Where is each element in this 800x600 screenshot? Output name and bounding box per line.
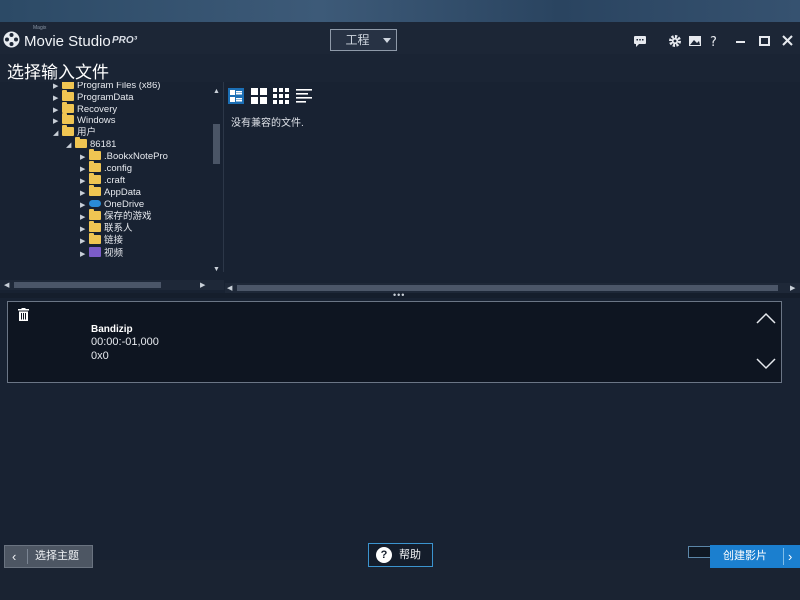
chat-icon[interactable] xyxy=(633,34,647,48)
tree-item[interactable]: ▶ 链接 xyxy=(80,233,124,247)
page-title: 选择输入文件 xyxy=(7,63,109,82)
tree-item[interactable]: ▶ 视频 xyxy=(80,247,123,259)
tree-item-label: .craft xyxy=(104,175,126,186)
tree-item-label: 86181 xyxy=(90,139,117,150)
folder-icon xyxy=(89,185,101,196)
scroll-down-arrow-icon[interactable]: ▼ xyxy=(213,266,220,273)
tree-item[interactable]: ▶ .config xyxy=(80,161,132,175)
chevron-right-icon: › xyxy=(788,549,793,564)
tree-item[interactable]: ▶ 联系人 xyxy=(80,221,133,235)
scroll-left-arrow-icon[interactable]: ◀ xyxy=(227,284,232,292)
scroll-up-arrow-icon[interactable]: ▲ xyxy=(213,88,220,95)
tree-item-label: AppData xyxy=(104,187,141,198)
svg-text:?: ? xyxy=(710,35,717,48)
view-horizontal-scrollbar[interactable]: ◀ ▶ xyxy=(225,283,800,293)
app-edition: PRO³ xyxy=(112,35,137,46)
pane-splitter[interactable]: ••• xyxy=(0,290,800,300)
app-name: Movie Studio xyxy=(24,33,111,50)
minimize-icon[interactable] xyxy=(734,34,748,48)
scrollbar-thumb[interactable] xyxy=(213,124,220,164)
media-dimensions: 0x0 xyxy=(91,350,109,362)
media-name: Bandizip xyxy=(91,324,133,335)
scrollbar-thumb[interactable] xyxy=(14,282,161,288)
folder-icon xyxy=(62,82,74,89)
back-button-label: 选择主题 xyxy=(35,550,79,562)
collapse-arrow-icon: ◢ xyxy=(66,142,72,149)
folder-icon xyxy=(89,161,101,172)
folder-icon xyxy=(75,137,87,148)
collapse-arrow-icon: ◢ xyxy=(53,130,59,137)
tree-item-label: 保存的游戏 xyxy=(104,211,152,222)
tree-item-label: 联系人 xyxy=(104,223,133,234)
create-button-label: 创建影片 xyxy=(723,550,767,562)
project-dropdown[interactable]: 工程 xyxy=(330,29,397,51)
button-divider xyxy=(27,549,28,564)
maximize-icon[interactable] xyxy=(758,34,772,48)
tree-item-label: .config xyxy=(104,163,132,174)
tree-item[interactable]: ▶ .craft xyxy=(80,173,126,187)
expand-arrow-icon: ▶ xyxy=(80,251,86,258)
tree-item-label: OneDrive xyxy=(104,199,145,210)
folder-icon xyxy=(62,90,74,101)
scroll-right-arrow-icon[interactable]: ▶ xyxy=(200,281,205,289)
folder-icon xyxy=(89,209,101,220)
chevron-down-icon[interactable] xyxy=(756,358,776,370)
folder-icon xyxy=(62,102,74,113)
gear-icon[interactable] xyxy=(668,34,682,48)
tree-item-label: 视频 xyxy=(104,248,124,259)
folder-icon xyxy=(89,233,101,244)
small-grid-icon[interactable] xyxy=(273,88,289,104)
title-bar: Magix Movie Studio PRO³ 工程 ? xyxy=(0,22,800,54)
tree-item-label: Program Files (x86) xyxy=(77,82,161,91)
folder-icon xyxy=(89,173,101,184)
empty-message: 没有兼容的文件. xyxy=(231,118,304,129)
app-brand-small: Magix xyxy=(33,25,47,31)
scroll-left-arrow-icon[interactable]: ◀ xyxy=(4,281,9,289)
tree-item-label: .BookxNotePro xyxy=(104,151,168,162)
help-question-icon[interactable]: ? xyxy=(707,34,721,48)
tree-item-label: 用户 xyxy=(77,127,97,138)
close-icon[interactable] xyxy=(781,34,795,48)
large-grid-icon[interactable] xyxy=(251,88,267,104)
tree-vertical-scrollbar[interactable]: ▲ ▼ xyxy=(211,86,221,278)
back-button[interactable]: ‹ 选择主题 xyxy=(4,545,93,568)
tree-horizontal-scrollbar[interactable]: ◀ ▶ xyxy=(0,280,224,290)
app-window: Magix Movie Studio PRO³ 工程 ? 选择输入文件 ▶ Pr… xyxy=(0,22,800,600)
list-view-icon[interactable] xyxy=(296,88,312,104)
tree-item[interactable]: ▶ AppData xyxy=(80,185,141,199)
project-dropdown-label: 工程 xyxy=(345,33,370,47)
button-divider xyxy=(783,548,784,565)
create-movie-button[interactable]: 创建影片 › xyxy=(710,545,800,568)
scrollbar-thumb[interactable] xyxy=(237,285,778,291)
tree-item[interactable]: ▶ Program Files (x86) xyxy=(53,82,160,92)
splitter-grip-icon[interactable]: ••• xyxy=(393,290,405,300)
chevron-up-icon[interactable] xyxy=(756,312,776,324)
folder-icon xyxy=(89,221,101,232)
cloud-icon xyxy=(89,200,101,207)
tree-item-label: 链接 xyxy=(104,235,124,246)
folder-icon xyxy=(62,125,74,136)
media-duration: 00:00:-01,000 xyxy=(91,336,159,348)
tree-item-label: Windows xyxy=(77,115,116,126)
caret-down-icon xyxy=(383,38,391,43)
help-button-label: 帮助 xyxy=(399,549,421,561)
folder-icon xyxy=(89,149,101,160)
picture-icon[interactable] xyxy=(688,34,702,48)
desktop-background-top xyxy=(0,0,800,22)
details-view-icon[interactable] xyxy=(228,88,244,104)
help-circle-icon: ? xyxy=(376,547,392,563)
chevron-left-icon: ‹ xyxy=(12,549,17,564)
scroll-right-arrow-icon[interactable]: ▶ xyxy=(790,284,795,292)
video-folder-icon xyxy=(89,247,101,257)
tree-item-label: ProgramData xyxy=(77,92,134,103)
media-item-card[interactable]: Bandizip 00:00:-01,000 0x0 xyxy=(7,301,782,383)
folder-icon xyxy=(62,113,74,124)
film-reel-icon xyxy=(3,31,20,48)
tree-item-label: Recovery xyxy=(77,104,118,115)
help-button[interactable]: ? 帮助 xyxy=(368,543,433,567)
page-header: 选择输入文件 xyxy=(0,54,800,82)
trash-icon[interactable] xyxy=(18,308,29,321)
folder-tree: ▶ Program Files (x86) ▶ ProgramData ▶ Recov… xyxy=(0,82,224,272)
